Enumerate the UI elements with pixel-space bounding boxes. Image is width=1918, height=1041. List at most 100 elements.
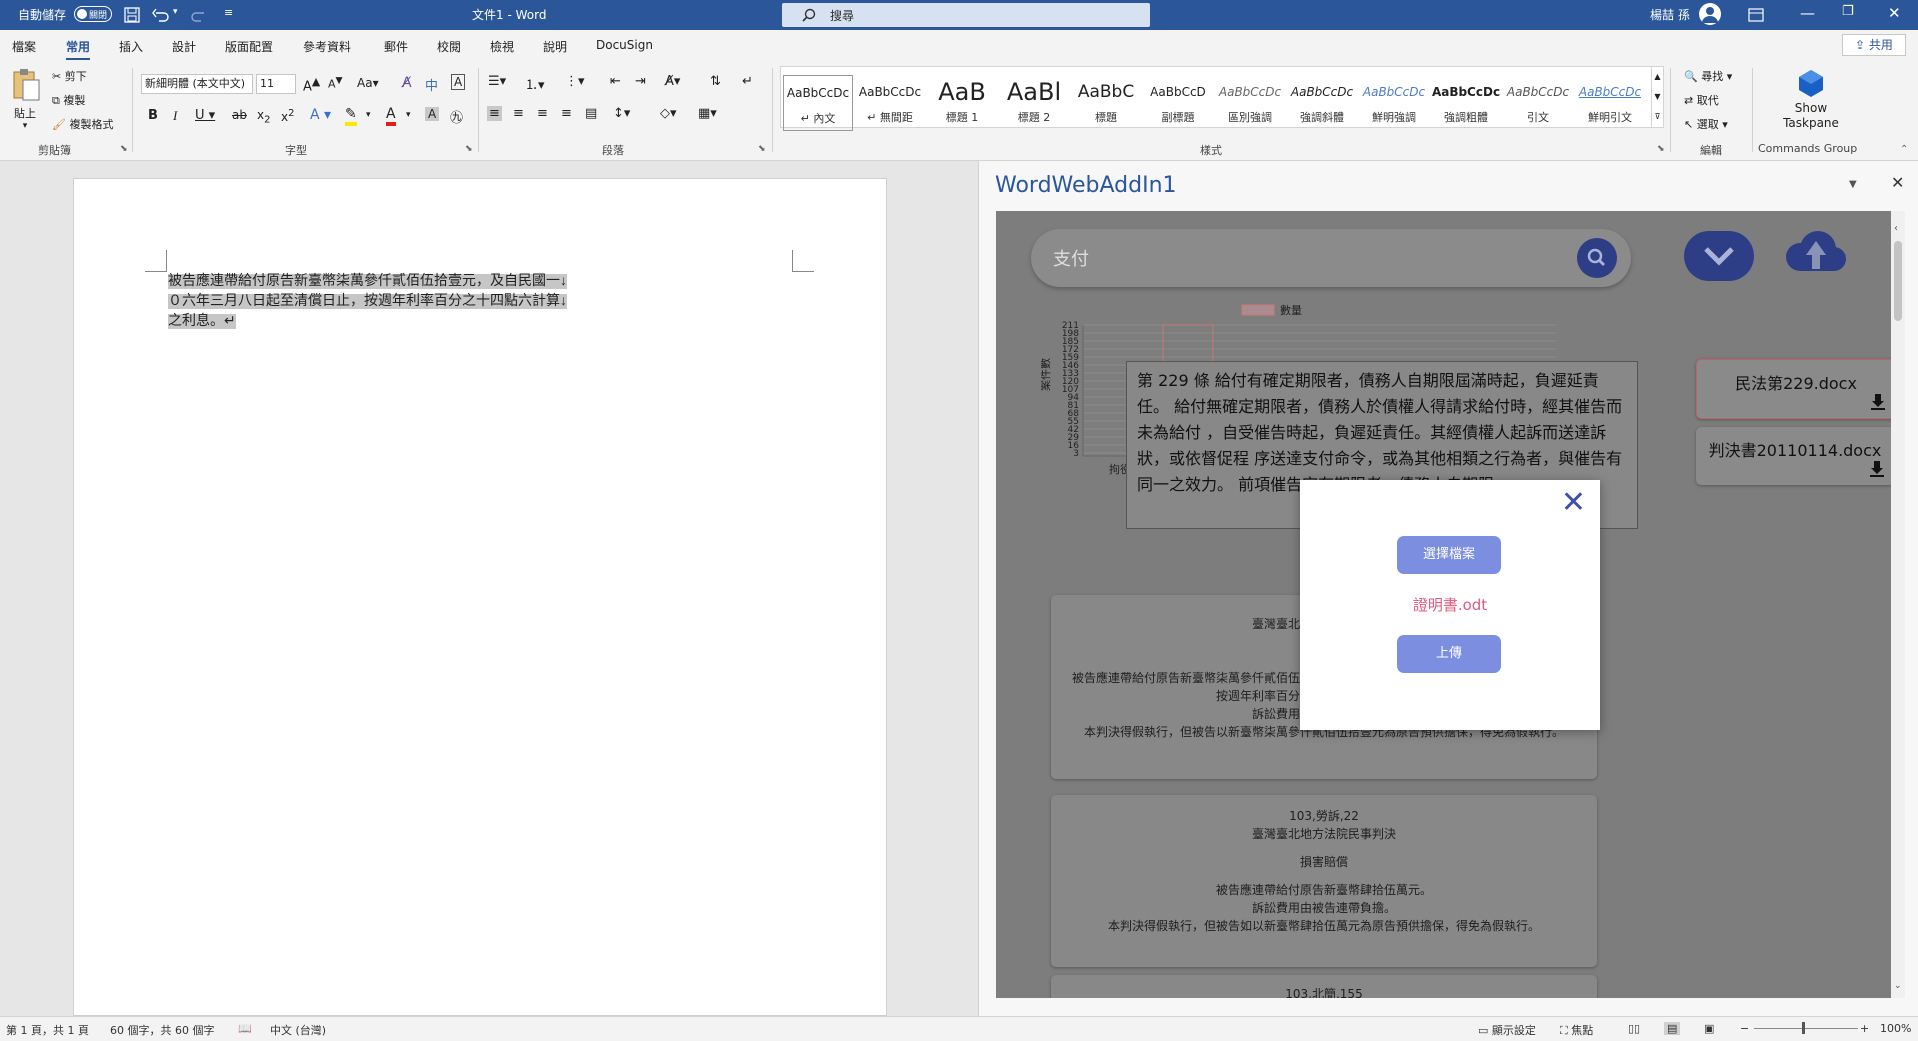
highlight-dropdown-icon[interactable]: ▾ (366, 110, 371, 120)
style-intense-quote[interactable]: AaBbCcDc 鮮明引文 (1575, 75, 1645, 131)
decrease-indent-icon[interactable]: ⇤ (610, 74, 621, 89)
numbering-icon[interactable]: ⒈▾ (525, 74, 545, 93)
minimize-icon[interactable]: — (1800, 4, 1815, 22)
restore-icon[interactable]: ❐ (1842, 4, 1854, 19)
text-effects-icon[interactable]: A ▾ (310, 107, 331, 123)
tab-file[interactable]: 檔案 (12, 38, 36, 55)
font-size-combo[interactable]: 11 (256, 74, 296, 94)
subscript-icon[interactable]: x2 (257, 108, 270, 125)
tab-references[interactable]: 參考資料 (303, 38, 351, 55)
expand-button[interactable] (1684, 231, 1754, 281)
result-card[interactable]: 103,北簡,155 (1051, 975, 1597, 998)
close-window-icon[interactable]: ✕ (1888, 4, 1901, 22)
choose-file-button[interactable]: 選擇檔案 (1397, 536, 1501, 574)
undo-icon[interactable] (152, 7, 170, 23)
tab-view[interactable]: 檢視 (490, 38, 514, 55)
focus-button[interactable]: ⛶ 焦點 (1560, 1022, 1593, 1038)
shading-icon[interactable]: ◇▾ (660, 106, 677, 121)
align-center-icon[interactable]: ≡ (513, 106, 524, 121)
close-modal-icon[interactable]: ✕ (1561, 488, 1586, 518)
borders-icon[interactable]: ▦▾ (698, 106, 717, 121)
asian-layout-icon[interactable]: A̸▾ (665, 74, 680, 89)
italic-icon[interactable]: I (173, 108, 177, 124)
display-settings-button[interactable]: ▭ 顯示設定 (1478, 1022, 1536, 1038)
proofing-icon[interactable]: 📖 (238, 1022, 252, 1035)
styles-scroll[interactable]: ▲ ▼ ⊽ (1652, 66, 1664, 128)
zoom-slider-thumb[interactable] (1802, 1022, 1805, 1034)
pane-options-icon[interactable]: ▼ (1849, 179, 1857, 190)
font-color-dropdown-icon[interactable]: ▾ (406, 110, 411, 120)
clipboard-launcher-icon[interactable]: ⬊ (120, 144, 128, 154)
character-border-icon[interactable]: A (451, 74, 466, 90)
phonetic-guide-icon[interactable]: 中 (425, 75, 438, 94)
close-pane-icon[interactable]: ✕ (1891, 173, 1904, 192)
tab-docusign[interactable]: DocuSign (596, 38, 653, 52)
clear-formatting-icon[interactable]: A̸ (402, 75, 412, 91)
enclose-characters-icon[interactable]: ㊈ (450, 107, 463, 126)
zoom-level[interactable]: 100% (1880, 1022, 1911, 1035)
replace-button[interactable]: ⇄ 取代 (1684, 92, 1719, 108)
tab-review[interactable]: 校閱 (437, 38, 461, 55)
file-card[interactable]: 判決書20110114.docx (1696, 427, 1894, 485)
cut-button[interactable]: ✂ 剪下 (52, 68, 87, 84)
upload-button[interactable]: 上傳 (1397, 635, 1501, 673)
style-strong[interactable]: AaBbCcDc 強調粗體 (1431, 75, 1501, 131)
style-quote[interactable]: AaBbCcDc 引文 (1503, 75, 1573, 131)
justify-icon[interactable]: ≡ (561, 106, 572, 121)
tab-mailings[interactable]: 郵件 (384, 38, 408, 55)
style-intense-emphasis[interactable]: AaBbCcDc 鮮明強調 (1359, 75, 1429, 131)
strikethrough-icon[interactable]: ab (232, 108, 247, 122)
tab-home[interactable]: 常用 (66, 38, 91, 61)
show-taskpane-button[interactable]: Show Taskpane (1768, 68, 1854, 138)
style-normal[interactable]: AaBbCcDc ↵ 內文 (783, 75, 853, 131)
style-emphasis[interactable]: AaBbCcDc 強調斜體 (1287, 75, 1357, 131)
addin-scrollbar[interactable]: ‹ ⌄ (1891, 211, 1905, 998)
tab-help[interactable]: 說明 (543, 38, 567, 55)
result-card[interactable]: 103,勞訴,22 臺灣臺北地方法院民事判決 損害賠償 被告應連帶給付原告新臺幣… (1051, 795, 1597, 967)
style-subtitle[interactable]: AaBbCcD 副標題 (1143, 75, 1213, 131)
customize-toolbar-icon[interactable]: ≡ (224, 6, 233, 19)
style-no-spacing[interactable]: AaBbCcDc ↵ 無間距 (855, 75, 925, 131)
undo-dropdown-icon[interactable]: ▾ (173, 7, 178, 17)
bold-icon[interactable]: B (148, 108, 158, 123)
align-left-icon[interactable]: ≡ (487, 106, 502, 121)
tab-insert[interactable]: 插入 (119, 38, 143, 55)
style-heading-2[interactable]: AaBl 標題 2 (999, 75, 1069, 131)
style-heading-1[interactable]: AaB 標題 1 (927, 75, 997, 131)
increase-indent-icon[interactable]: ⇥ (635, 74, 646, 89)
underline-icon[interactable]: U ▾ (195, 108, 215, 123)
save-icon[interactable] (124, 7, 140, 23)
tab-layout[interactable]: 版面配置 (225, 38, 273, 55)
superscript-icon[interactable]: x2 (281, 108, 294, 124)
sort-icon[interactable]: ⇅ (710, 74, 721, 89)
font-launcher-icon[interactable]: ⬊ (465, 144, 473, 154)
addin-search-field[interactable]: 支付 (1031, 229, 1631, 287)
collapse-ribbon-icon[interactable]: ⌃ (1900, 144, 1908, 155)
character-shading-icon[interactable]: A (425, 107, 440, 121)
document-text[interactable]: 被告應連帶給付原告新臺幣柒萬參仟貳佰伍拾壹元，及自民國一↓ ０六年三月八日起至清… (168, 272, 592, 332)
search-box[interactable]: 搜尋 (782, 3, 1150, 27)
language[interactable]: 中文 (台灣) (270, 1022, 326, 1038)
font-color-icon[interactable]: A (386, 106, 396, 126)
style-title[interactable]: AaBbC 標題 (1071, 75, 1141, 131)
line-spacing-icon[interactable]: ↕▾ (613, 106, 630, 121)
page-count[interactable]: 第 1 頁，共 1 頁 (6, 1022, 89, 1038)
copy-button[interactable]: ⧉ 複製 (52, 92, 85, 108)
read-mode-icon[interactable]: ▯▯ (1628, 1022, 1640, 1035)
style-subtle-emphasis[interactable]: AaBbCcDc 區別強調 (1215, 75, 1285, 131)
print-layout-icon[interactable]: ▤ (1664, 1022, 1681, 1035)
share-button[interactable]: ⇪ 共用 (1842, 34, 1906, 56)
distributed-icon[interactable]: ▤ (585, 106, 597, 121)
ribbon-display-icon[interactable] (1748, 8, 1764, 22)
multilevel-list-icon[interactable]: ⋮▾ (565, 74, 585, 89)
align-right-icon[interactable]: ≡ (537, 106, 548, 121)
font-name-combo[interactable]: 新細明體 (本文中文) (141, 74, 253, 94)
zoom-out-icon[interactable]: − (1740, 1022, 1749, 1035)
file-card[interactable]: 民法第229.docx (1696, 359, 1896, 419)
tab-design[interactable]: 設計 (172, 38, 196, 55)
scroll-thumb[interactable] (1894, 241, 1902, 321)
download-icon[interactable] (1870, 461, 1884, 477)
shrink-font-icon[interactable]: A▼ (328, 75, 343, 91)
paste-button[interactable]: 貼上 ▾ (10, 68, 46, 138)
download-icon[interactable] (1871, 394, 1885, 410)
